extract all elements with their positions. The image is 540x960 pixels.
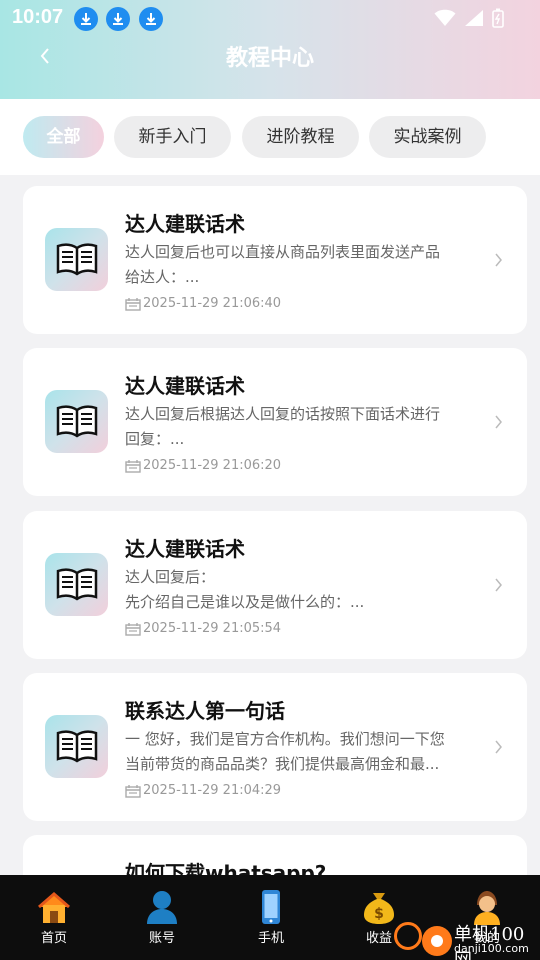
wifi-icon <box>434 9 456 27</box>
cellular-signal-icon <box>465 10 483 26</box>
summary-line: 达人回复后根据达人回复的话按照下面话术进行 <box>125 405 441 423</box>
download-icon <box>74 7 98 31</box>
phone-icon <box>254 889 288 925</box>
site-watermark: 单机100网 danji100.com <box>392 912 540 960</box>
status-bar: 10:07 <box>0 0 540 36</box>
nav-phone[interactable]: 手机 <box>226 889 316 946</box>
article-summary: 达人回复后也可以直接从商品列表里面发送产品 给达人：... <box>125 240 475 290</box>
article-title: 达人建联话术 <box>125 374 245 398</box>
chevron-right-icon <box>495 253 502 267</box>
calendar-icon <box>125 459 141 473</box>
tab-beginner[interactable]: 新手入门 <box>114 116 231 158</box>
nav-label: 手机 <box>257 931 284 946</box>
summary-line: 达人回复后： <box>125 568 216 586</box>
article-title: 达人建联话术 <box>125 537 245 561</box>
calendar-icon <box>125 622 141 636</box>
article-card[interactable]: 达人建联话术 达人回复后也可以直接从商品列表里面发送产品 给达人：... 202… <box>23 186 527 334</box>
header-bar: 10:07 教程中心 <box>0 0 540 99</box>
chevron-right-icon <box>495 415 502 429</box>
battery-icon <box>492 8 504 28</box>
article-timestamp: 2025-11-29 21:04:29 <box>125 783 281 798</box>
summary-line: 一 您好，我们是官方合作机构。我们想问一下您 <box>125 730 445 748</box>
article-title: 联系达人第一句话 <box>125 699 285 723</box>
article-summary: 一 您好，我们是官方合作机构。我们想问一下您 当前带货的商品品类？我们提供最高佣… <box>125 727 475 777</box>
nav-label: 账号 <box>148 931 175 946</box>
article-card[interactable]: 达人建联话术 达人回复后： 先介绍自己是谁以及是做什么的：... 2025-11… <box>23 511 527 659</box>
chevron-right-icon <box>495 740 502 754</box>
nav-account[interactable]: 账号 <box>117 889 207 946</box>
category-tabs: 全部 新手入门 进阶教程 实战案例 <box>0 99 540 175</box>
article-card[interactable]: 联系达人第一句话 一 您好，我们是官方合作机构。我们想问一下您 当前带货的商品品… <box>23 673 527 821</box>
money-bag-icon: $ <box>362 889 396 925</box>
tab-all[interactable]: 全部 <box>23 116 104 158</box>
book-icon <box>45 390 108 453</box>
article-summary: 达人回复后根据达人回复的话按照下面话术进行 回复：... <box>125 402 475 452</box>
timestamp-text: 2025-11-29 21:05:54 <box>143 621 282 636</box>
book-icon <box>45 228 108 291</box>
watermark-logo <box>394 922 422 950</box>
calendar-icon <box>125 784 141 798</box>
page-title: 教程中心 <box>225 46 314 71</box>
status-time: 10:07 <box>12 6 64 28</box>
watermark-logo <box>422 926 452 956</box>
watermark-url: danji100.com <box>454 942 529 955</box>
home-icon <box>37 889 71 925</box>
article-timestamp: 2025-11-29 21:05:54 <box>125 621 281 636</box>
nav-label: 首页 <box>40 931 67 946</box>
article-card[interactable]: 达人建联话术 达人回复后根据达人回复的话按照下面话术进行 回复：... 2025… <box>23 348 527 496</box>
calendar-icon <box>125 297 141 311</box>
nav-home[interactable]: 首页 <box>9 889 99 946</box>
summary-line: 回复：... <box>125 430 185 448</box>
summary-line: 达人回复后也可以直接从商品列表里面发送产品 <box>125 243 441 261</box>
download-icon <box>106 7 130 31</box>
summary-line: 先介绍自己是谁以及是做什么的：... <box>125 593 365 611</box>
summary-line: 当前带货的商品品类？我们提供最高佣金和最... <box>125 755 440 773</box>
book-icon <box>45 715 108 778</box>
chevron-right-icon <box>495 578 502 592</box>
summary-line: 给达人：... <box>125 268 200 286</box>
timestamp-text: 2025-11-29 21:06:20 <box>143 458 282 473</box>
article-title: 达人建联话术 <box>125 212 245 236</box>
user-icon <box>145 889 179 925</box>
article-timestamp: 2025-11-29 21:06:40 <box>125 296 281 311</box>
svg-text:$: $ <box>374 906 384 922</box>
book-icon <box>45 553 108 616</box>
timestamp-text: 2025-11-29 21:06:40 <box>143 296 282 311</box>
article-summary: 达人回复后： 先介绍自己是谁以及是做什么的：... <box>125 565 475 615</box>
tab-case-study[interactable]: 实战案例 <box>369 116 486 158</box>
download-icon <box>139 7 163 31</box>
tab-advanced[interactable]: 进阶教程 <box>242 116 359 158</box>
article-timestamp: 2025-11-29 21:06:20 <box>125 458 281 473</box>
timestamp-text: 2025-11-29 21:04:29 <box>143 783 282 798</box>
